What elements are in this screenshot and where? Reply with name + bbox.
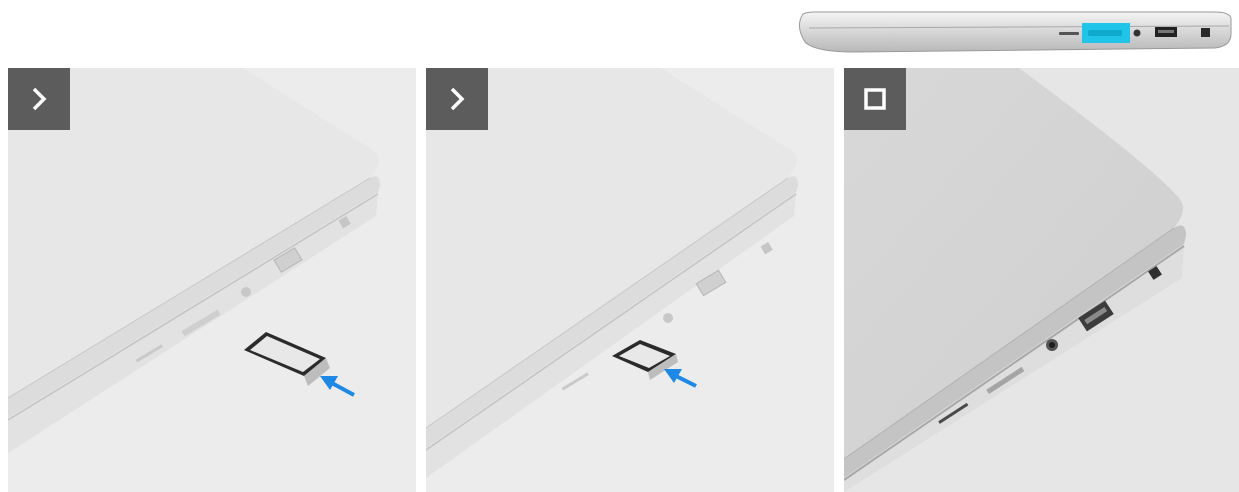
stop-square-icon <box>864 88 886 110</box>
sim-card-tray <box>244 332 330 386</box>
next-step-badge <box>8 68 70 130</box>
step-panel-1 <box>8 68 416 492</box>
laptop-side-view-icon <box>799 11 1232 53</box>
chevron-right-icon <box>450 87 465 111</box>
insert-arrow-icon <box>320 376 355 397</box>
laptop-corner-illustration <box>426 68 798 478</box>
next-step-badge <box>426 68 488 130</box>
laptop-corner-illustration <box>844 68 1186 492</box>
step-panel-3 <box>844 68 1239 492</box>
chevron-right-icon <box>32 87 47 111</box>
laptop-corner-illustration <box>8 68 380 453</box>
final-step-badge <box>844 68 906 130</box>
laptop-side-view <box>795 8 1235 58</box>
insert-arrow-icon <box>664 369 697 388</box>
step-panel-2 <box>426 68 834 492</box>
